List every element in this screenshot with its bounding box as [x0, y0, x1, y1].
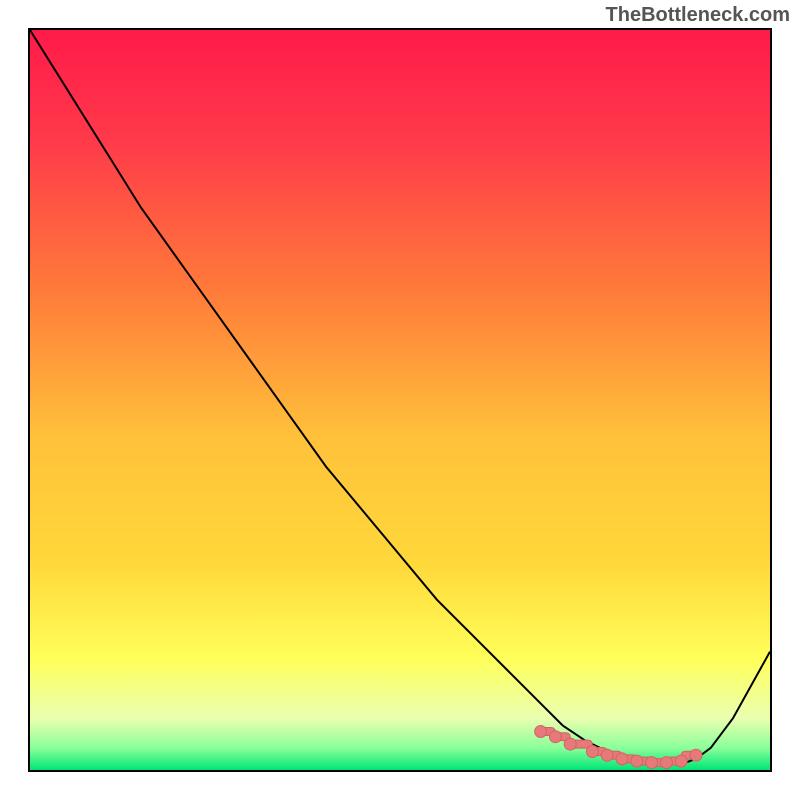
data-marker: [564, 738, 576, 750]
data-marker: [586, 746, 598, 758]
data-marker: [631, 755, 643, 767]
data-marker: [675, 755, 687, 767]
data-marker: [616, 753, 628, 765]
markers-group: [535, 726, 702, 769]
data-marker: [601, 749, 613, 761]
curve-svg: [30, 30, 770, 770]
data-marker: [535, 726, 547, 738]
data-marker: [660, 757, 672, 769]
data-marker: [690, 749, 702, 761]
curve-line: [30, 30, 770, 764]
data-marker: [646, 757, 658, 769]
chart-container: TheBottleneck.com: [0, 0, 800, 800]
plot-area: [28, 28, 772, 772]
data-marker: [549, 731, 561, 743]
watermark: TheBottleneck.com: [606, 4, 790, 27]
